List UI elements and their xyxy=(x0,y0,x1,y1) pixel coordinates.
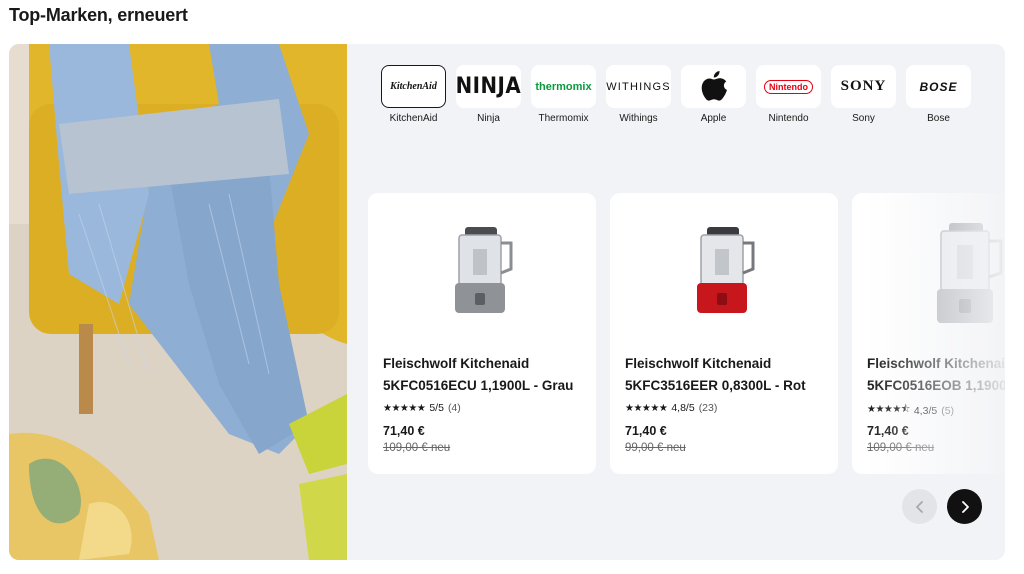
chevron-left-icon xyxy=(915,500,923,513)
brand-label: Thermomix xyxy=(538,113,589,124)
product-rating: ★★★★⯪ 4,3/5 (5) xyxy=(867,402,954,419)
hero-image xyxy=(9,44,347,560)
star-rating-icon: ★★★★⯪ xyxy=(867,404,910,415)
product-carousel: Fleischwolf Kitchenaid 5KFC0516ECU 1,190… xyxy=(368,193,1005,475)
product-card[interactable]: Fleischwolf Kitchenaid 5KFC0516ECU 1,190… xyxy=(368,193,596,474)
product-price: 71,40 € xyxy=(625,424,667,438)
brand-sony[interactable]: SONY Sony xyxy=(831,65,896,124)
brand-kitchenaid[interactable]: KitchenAid KitchenAid xyxy=(381,65,446,124)
nintendo-logo: Nintendo xyxy=(756,65,821,108)
product-card[interactable]: Fleischwolf Kitchenaid 5KFC0516EOB 1,190… xyxy=(852,193,1005,474)
product-title: Fleischwolf Kitchenaid 5KFC0516ECU 1,190… xyxy=(383,356,574,393)
brand-bose[interactable]: BOSE Bose xyxy=(906,65,971,124)
product-old-price: 109,00 € neu xyxy=(867,442,935,454)
brand-thermomix[interactable]: thermomix Thermomix xyxy=(531,65,596,124)
brand-label: KitchenAid xyxy=(389,113,438,124)
star-rating-icon: ★★★★★ xyxy=(625,402,668,414)
brand-apple[interactable]: Apple xyxy=(681,65,746,124)
brand-label: Apple xyxy=(700,113,727,124)
brand-label: Ninja xyxy=(477,113,500,124)
withings-logo: WITHINGS xyxy=(606,65,671,108)
brand-label: Withings xyxy=(619,113,658,124)
ninja-logo: NINJA xyxy=(456,65,521,108)
carousel-prev-button[interactable] xyxy=(902,489,937,524)
brand-label: Bose xyxy=(927,113,950,124)
product-rating: ★★★★★ 4,8/5 (23) xyxy=(625,402,718,414)
brand-label: Sony xyxy=(852,113,875,124)
carousel-next-button[interactable] xyxy=(947,489,982,524)
section-title: Top-Marken, erneuert xyxy=(9,5,188,25)
product-rating: ★★★★★ 5/5 (4) xyxy=(383,402,461,414)
product-price: 71,40 € xyxy=(867,424,909,438)
kitchenaid-logo: KitchenAid xyxy=(381,65,446,108)
brands-panel: KitchenAid KitchenAid NINJA Ninja thermo… xyxy=(9,44,1005,560)
brand-withings[interactable]: WITHINGS Withings xyxy=(606,65,671,124)
brand-ninja[interactable]: NINJA Ninja xyxy=(456,65,521,124)
product-title: Fleischwolf Kitchenaid 5KFC0516EOB 1,190… xyxy=(867,356,1005,393)
star-rating-icon: ★★★★★ xyxy=(383,402,426,414)
thermomix-logo: thermomix xyxy=(531,65,596,108)
product-old-price: 109,00 € neu xyxy=(383,442,451,454)
product-card[interactable]: Fleischwolf Kitchenaid 5KFC3516EER 0,830… xyxy=(610,193,838,474)
product-image xyxy=(610,223,838,343)
apple-logo-icon xyxy=(681,65,746,108)
product-old-price: 99,00 € neu xyxy=(625,442,686,454)
product-image xyxy=(852,223,1005,343)
brand-list: KitchenAid KitchenAid NINJA Ninja thermo… xyxy=(381,65,971,124)
product-image xyxy=(368,223,596,343)
chevron-right-icon xyxy=(961,500,969,513)
bose-logo: BOSE xyxy=(906,65,971,108)
sony-logo: SONY xyxy=(831,65,896,108)
brand-label: Nintendo xyxy=(768,113,809,124)
product-title: Fleischwolf Kitchenaid 5KFC3516EER 0,830… xyxy=(625,356,806,393)
product-price: 71,40 € xyxy=(383,424,425,438)
brand-nintendo[interactable]: Nintendo Nintendo xyxy=(756,65,821,124)
